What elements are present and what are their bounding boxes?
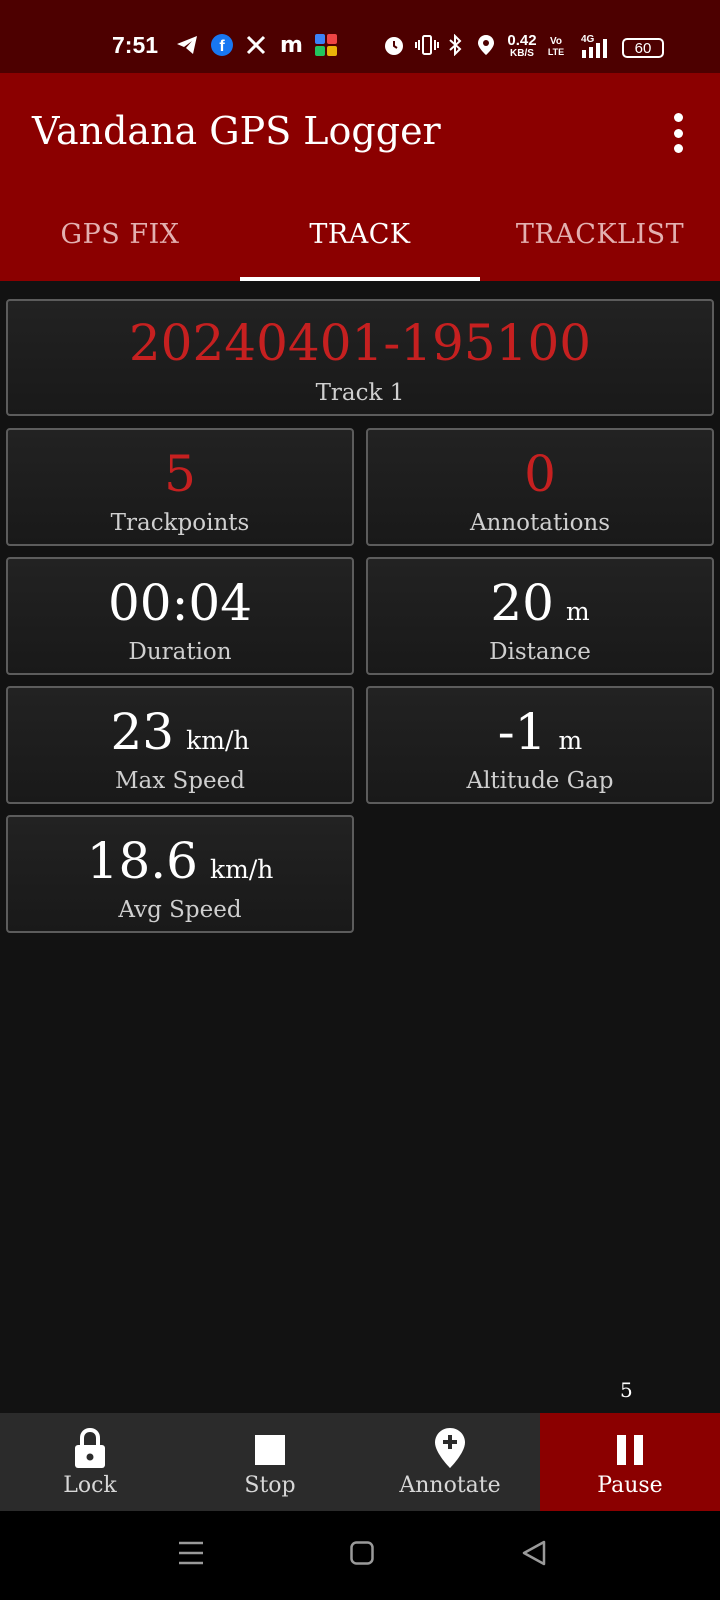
avg-speed-value-line: 18.6 km/h (8, 831, 352, 900)
facebook-icon: f (211, 34, 233, 56)
avg-speed-value: 18.6 (86, 832, 198, 890)
avg-speed-label: Avg Speed (118, 897, 242, 923)
distance-card: 20 m Distance (366, 557, 714, 675)
alarm-icon (383, 34, 405, 56)
avg-speed-unit: km/h (209, 855, 274, 884)
back-icon[interactable] (521, 1540, 547, 1570)
max-speed-label: Max Speed (115, 768, 245, 794)
recents-menu-icon[interactable] (178, 1541, 204, 1569)
track-name: 20240401-195100 (128, 314, 592, 372)
annotate-button[interactable]: Annotate (360, 1413, 540, 1511)
altitude-gap-card: -1 m Altitude Gap (366, 686, 714, 804)
status-time: 7:51 (112, 32, 159, 58)
vibrate-icon (415, 34, 439, 56)
pause-icon (617, 1435, 643, 1471)
lock-button[interactable]: Lock (0, 1413, 180, 1511)
max-speed-value-line: 23 km/h (8, 702, 352, 771)
pause-button[interactable]: Pause (540, 1413, 720, 1511)
net-speed: 0.42 KB/S (507, 32, 537, 59)
telegram-icon (176, 34, 198, 56)
distance-value-line: 20 m (368, 573, 712, 642)
svg-text:f: f (219, 38, 225, 55)
altitude-gap-value-line: -1 m (368, 702, 712, 771)
stop-button[interactable]: Stop (180, 1413, 360, 1511)
trackpoints-label: Trackpoints (110, 510, 250, 536)
system-nav-bar (0, 1511, 720, 1600)
tab-gps-fix[interactable]: GPS FIX (0, 203, 240, 281)
battery-level: 60 (634, 39, 652, 57)
lock-label: Lock (63, 1473, 117, 1498)
annotate-label: Annotate (399, 1473, 501, 1498)
location-icon (477, 34, 495, 56)
max-speed-card: 23 km/h Max Speed (6, 686, 354, 804)
altitude-gap-label: Altitude Gap (466, 768, 614, 794)
max-speed-value: 23 (110, 703, 175, 761)
status-bar: 7:51 f m 0.42 KB/S Vo LTE 4G 60 (0, 0, 720, 73)
lock-icon (73, 1427, 107, 1475)
altitude-gap-value: -1 (497, 703, 547, 761)
add-location-icon (434, 1427, 466, 1475)
pause-label: Pause (597, 1473, 663, 1498)
bluetooth-icon (448, 34, 462, 56)
battery-icon: 60 (622, 38, 664, 58)
tab-track[interactable]: TRACK (240, 203, 480, 281)
annotations-label: Annotations (469, 510, 611, 536)
annotations-value: 0 (524, 445, 556, 503)
app-grid-icon (314, 34, 338, 56)
volte-indicator: Vo LTE (547, 36, 565, 58)
point-count: 5 (620, 1378, 633, 1402)
home-icon[interactable] (350, 1541, 374, 1569)
app-title: Vandana GPS Logger (32, 109, 441, 153)
annotations-card: 0 Annotations (366, 428, 714, 546)
track-name-label: Track 1 (315, 380, 405, 406)
app-bar: Vandana GPS Logger GPS FIX TRACK TRACKLI… (0, 73, 720, 281)
m-icon: m (280, 32, 303, 58)
distance-label: Distance (489, 639, 591, 665)
avg-speed-card: 18.6 km/h Avg Speed (6, 815, 354, 933)
distance-value: 20 (490, 574, 554, 632)
trackpoints-value: 5 (164, 445, 196, 503)
duration-label: Duration (128, 639, 232, 665)
stop-label: Stop (244, 1473, 296, 1498)
x-icon (246, 34, 266, 56)
trackpoints-card: 5 Trackpoints (6, 428, 354, 546)
duration-value: 00:04 (107, 574, 253, 632)
altitude-gap-unit: m (558, 726, 583, 755)
duration-card: 00:04 Duration (6, 557, 354, 675)
distance-unit: m (565, 597, 590, 626)
tab-tracklist[interactable]: TRACKLIST (480, 203, 720, 281)
overflow-menu-icon[interactable] (668, 113, 688, 153)
track-name-card: 20240401-195100 Track 1 (6, 299, 714, 416)
tab-bar: GPS FIX TRACK TRACKLIST (0, 203, 720, 281)
stop-icon (255, 1435, 285, 1471)
signal-icon (582, 37, 614, 59)
max-speed-unit: km/h (186, 726, 250, 755)
bottom-action-bar: Lock Stop Annotate Pause (0, 1413, 720, 1511)
